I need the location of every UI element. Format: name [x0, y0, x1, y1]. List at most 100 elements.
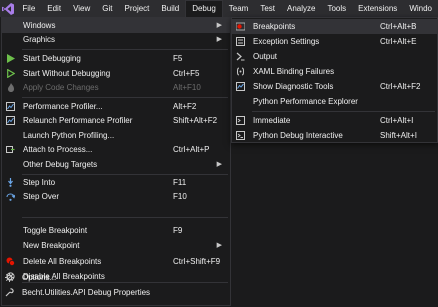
shortcut-label: Ctrl+Alt+I: [380, 116, 414, 125]
menu-item-label: Step Into: [23, 178, 56, 187]
menu-item-other-debug-targets[interactable]: Other Debug Targets ▶: [2, 157, 230, 172]
shortcut-label: Shift+Alt+I: [380, 131, 417, 140]
profiler-icon: [6, 102, 15, 111]
menu-item-label: Start Without Debugging: [23, 69, 111, 78]
menu-item-label: Windows: [23, 21, 56, 30]
shortcut-label: F9: [173, 226, 183, 235]
menu-separator: [22, 49, 228, 50]
menu-item-label: Launch Python Profiling...: [23, 131, 115, 140]
menu-item-start-without-debugging[interactable]: Start Without Debugging Ctrl+F5: [2, 66, 230, 81]
menu-item-label: Attach to Process...: [23, 145, 93, 154]
menu-item-attach-to-process[interactable]: Attach to Process... Ctrl+Alt+P: [2, 142, 230, 157]
submenu-item-label: Immediate: [253, 116, 291, 125]
immediate-window-icon: [236, 116, 245, 125]
menu-item-label: Step Over: [23, 192, 60, 201]
exception-settings-icon: [236, 37, 245, 46]
menu-item-label: Options...: [22, 273, 57, 282]
menu-analyze[interactable]: Analyze: [281, 0, 321, 17]
shortcut-label: Ctrl+F5: [173, 69, 200, 78]
play-outline-icon: [6, 69, 15, 78]
menu-project[interactable]: Project: [119, 0, 156, 17]
shortcut-label: Ctrl+Alt+F2: [380, 82, 421, 91]
attach-icon: [6, 145, 15, 154]
submenu-item-exception-settings[interactable]: Exception Settings Ctrl+Alt+E: [232, 34, 437, 49]
shortcut-label: Ctrl+Alt+P: [173, 145, 210, 154]
delete-breakpoints-icon: [6, 257, 15, 266]
submenu-arrow-icon: ▶: [216, 242, 222, 249]
menu-item-label: Apply Code Changes: [23, 83, 99, 92]
menu-item-label: Delete All Breakpoints: [23, 257, 102, 266]
submenu-item-label: Python Performance Explorer: [253, 97, 358, 106]
submenu-item-xaml-binding-failures[interactable]: XAML Binding Failures: [232, 64, 437, 79]
menu-item-label: Performance Profiler...: [23, 102, 103, 111]
menu-edit[interactable]: Edit: [41, 0, 67, 17]
shortcut-label: Shift+Alt+F2: [173, 116, 218, 125]
menu-item-apply-code-changes[interactable]: Apply Code Changes Alt+F10: [2, 80, 230, 95]
diagnostic-tools-icon: [236, 82, 245, 91]
output-icon: [236, 52, 245, 61]
menu-extensions[interactable]: Extensions: [352, 0, 403, 17]
submenu-item-show-diagnostic-tools[interactable]: Show Diagnostic Tools Ctrl+Alt+F2: [232, 79, 437, 94]
menu-item-label: Becht.Utilities.API Debug Properties: [22, 288, 151, 297]
menu-item-label: Start Debugging: [23, 54, 81, 63]
menu-item-label: New Breakpoint: [23, 241, 80, 250]
shortcut-label: F5: [173, 54, 183, 63]
menu-window[interactable]: Windo: [403, 0, 438, 17]
submenu-item-label: Show Diagnostic Tools: [253, 82, 334, 91]
menu-separator: [22, 217, 228, 218]
submenu-item-breakpoints[interactable]: Breakpoints Ctrl+Alt+B: [232, 19, 437, 34]
menu-git[interactable]: Git: [96, 0, 118, 17]
shortcut-label: Ctrl+Shift+F9: [173, 257, 221, 266]
submenu-item-python-performance-explorer[interactable]: Python Performance Explorer: [232, 94, 437, 109]
submenu-separator: [252, 111, 435, 112]
flame-icon: [6, 83, 15, 92]
menu-separator: [22, 97, 228, 98]
menu-view[interactable]: View: [67, 0, 96, 17]
menu-item-graphics[interactable]: Graphics ▶: [2, 32, 230, 47]
menu-item-label: Toggle Breakpoint: [23, 226, 88, 235]
menu-tools[interactable]: Tools: [321, 0, 352, 17]
gear-icon: [5, 273, 14, 282]
menu-item-label: Graphics: [23, 35, 56, 44]
breakpoints-window-icon: [236, 22, 245, 31]
menu-item-debug-properties[interactable]: Becht.Utilities.API Debug Properties: [1, 285, 231, 300]
relaunch-profiler-icon: [6, 116, 15, 125]
menu-item-options[interactable]: Options...: [1, 270, 231, 285]
menu-file[interactable]: File: [16, 0, 41, 17]
python-interactive-icon: [236, 131, 245, 140]
submenu-item-python-debug-interactive[interactable]: Python Debug Interactive Shift+Alt+I: [232, 128, 437, 143]
menu-item-delete-all-breakpoints[interactable]: Delete All Breakpoints Ctrl+Shift+F9: [2, 254, 230, 269]
menu-item-label: Other Debug Targets: [23, 160, 98, 169]
shortcut-label: Alt+F10: [173, 83, 201, 92]
menu-item-relaunch-performance-profiler[interactable]: Relaunch Performance Profiler Shift+Alt+…: [2, 113, 230, 128]
shortcut-label: Ctrl+Alt+E: [380, 37, 417, 46]
menu-item-new-breakpoint[interactable]: New Breakpoint ▶: [2, 238, 230, 253]
menu-item-launch-python-profiling[interactable]: Launch Python Profiling...: [2, 128, 230, 143]
debug-menu: Windows ▶ Graphics ▶ Start Debugging F5 …: [1, 17, 231, 306]
step-into-icon: [6, 178, 15, 187]
shortcut-label: F10: [173, 192, 187, 201]
shortcut-label: F11: [173, 178, 187, 187]
menu-item-windows[interactable]: Windows ▶: [2, 18, 230, 33]
submenu-item-immediate[interactable]: Immediate Ctrl+Alt+I: [232, 113, 437, 128]
menu-test[interactable]: Test: [254, 0, 281, 17]
submenu-item-label: Exception Settings: [253, 37, 320, 46]
windows-submenu: Breakpoints Ctrl+Alt+B Exception Setting…: [231, 17, 438, 143]
menu-item-step-into[interactable]: Step Into F11: [2, 175, 230, 190]
menu-item-toggle-breakpoint[interactable]: Toggle Breakpoint F9: [2, 223, 230, 238]
menu-bar: File Edit View Git Project Build Debug T…: [0, 0, 438, 17]
menu-item-label: Relaunch Performance Profiler: [23, 116, 133, 125]
menu-build[interactable]: Build: [155, 0, 185, 17]
submenu-item-label: Python Debug Interactive: [253, 131, 343, 140]
submenu-item-label: Breakpoints: [253, 22, 296, 31]
menu-item-start-debugging[interactable]: Start Debugging F5: [2, 51, 230, 66]
visual-studio-logo-icon[interactable]: [0, 0, 16, 17]
submenu-arrow-icon: ▶: [216, 36, 222, 43]
menu-debug[interactable]: Debug: [185, 0, 223, 17]
menu-team[interactable]: Team: [223, 0, 255, 17]
menu-item-performance-profiler[interactable]: Performance Profiler... Alt+F2: [2, 99, 230, 114]
wrench-icon: [5, 288, 14, 297]
menu-item-step-over[interactable]: Step Over F10: [2, 189, 230, 204]
shortcut-label: Alt+F2: [173, 102, 197, 111]
submenu-item-output[interactable]: Output: [232, 49, 437, 64]
